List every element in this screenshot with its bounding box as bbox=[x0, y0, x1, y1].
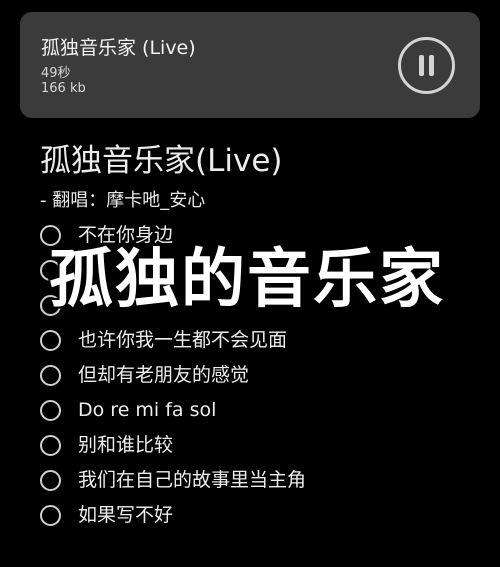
radio-button[interactable] bbox=[40, 330, 61, 351]
lyric-text: 我们在自己的故事里当主角 bbox=[78, 469, 307, 491]
radio-button[interactable] bbox=[40, 505, 61, 526]
lyric-text: 也许你我一生都不会见面 bbox=[78, 329, 288, 351]
radio-button[interactable] bbox=[40, 470, 61, 491]
lyric-text: 别和谁比较 bbox=[78, 434, 174, 456]
lyric-line-6[interactable]: Do re mi fa sol bbox=[40, 393, 480, 428]
lyric-line-9[interactable]: 如果写不好 bbox=[40, 498, 480, 533]
overlay-caption: 孤独的音乐家 bbox=[48, 242, 445, 319]
lyric-line-7[interactable]: 别和谁比较 bbox=[40, 428, 480, 463]
radio-button[interactable] bbox=[40, 400, 61, 421]
audio-title: 孤独音乐家 (Live) bbox=[41, 37, 196, 59]
lyric-text: 如果写不好 bbox=[78, 504, 174, 526]
pause-button[interactable] bbox=[398, 37, 455, 94]
audio-file-size: 166 kb bbox=[41, 81, 86, 96]
lyric-line-8[interactable]: 我们在自己的故事里当主角 bbox=[40, 463, 480, 498]
audio-player-card[interactable]: 孤独音乐家 (Live) 49秒 166 kb bbox=[20, 12, 480, 118]
lyric-text: 但却有老朋友的感觉 bbox=[78, 364, 250, 386]
radio-button[interactable] bbox=[40, 365, 61, 386]
pause-icon bbox=[417, 55, 436, 76]
lyric-text: Do re mi fa sol bbox=[78, 399, 217, 421]
song-title: 孤独音乐家(Live) bbox=[40, 143, 283, 179]
radio-button[interactable] bbox=[40, 435, 61, 456]
lyric-line-4[interactable]: 也许你我一生都不会见面 bbox=[40, 323, 480, 358]
audio-duration: 49秒 bbox=[41, 66, 71, 81]
lyric-line-5[interactable]: 但却有老朋友的感觉 bbox=[40, 358, 480, 393]
song-singer: - 翻唱：摩卡吔_安心 bbox=[40, 190, 206, 211]
